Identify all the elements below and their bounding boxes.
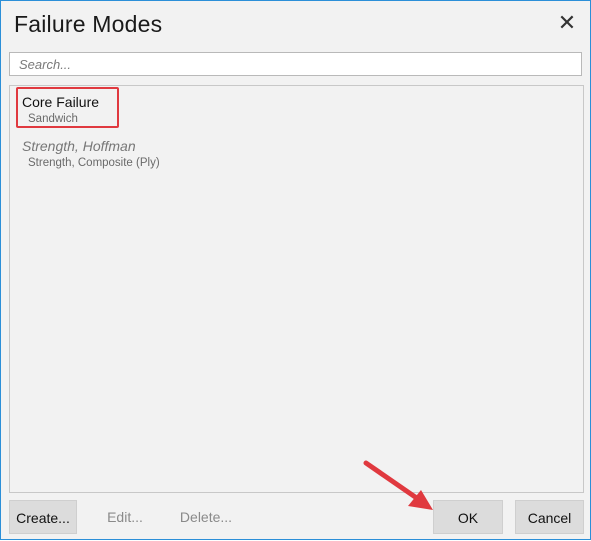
create-button[interactable]: Create... bbox=[9, 500, 77, 534]
list-item-name: Core Failure bbox=[22, 94, 100, 110]
list-item-core-failure[interactable]: Core Failure Sandwich bbox=[22, 94, 99, 125]
delete-button[interactable]: Delete... bbox=[171, 500, 241, 534]
cancel-button[interactable]: Cancel bbox=[515, 500, 584, 534]
edit-button[interactable]: Edit... bbox=[95, 500, 155, 534]
search-input[interactable] bbox=[9, 52, 582, 76]
ok-button[interactable]: OK bbox=[433, 500, 503, 534]
dialog-title: Failure Modes bbox=[14, 11, 163, 37]
failure-modes-dialog: Failure Modes ✕ Core Failure Sandwich St… bbox=[0, 0, 591, 540]
close-icon[interactable]: ✕ bbox=[556, 12, 578, 34]
list-item-strength-hoffman[interactable]: Strength, Hoffman Strength, Composite (P… bbox=[22, 138, 160, 169]
list-item-category: Sandwich bbox=[28, 113, 78, 125]
list-item-name: Strength, Hoffman bbox=[22, 138, 136, 154]
list-item-category: Strength, Composite (Ply) bbox=[28, 157, 160, 169]
